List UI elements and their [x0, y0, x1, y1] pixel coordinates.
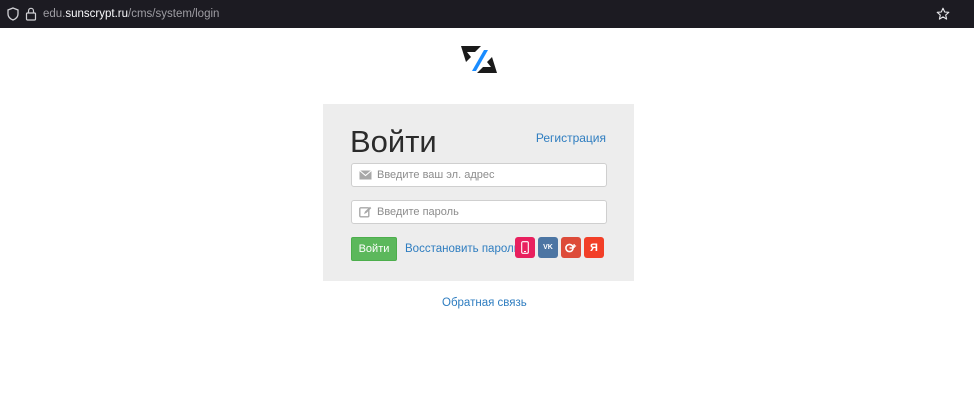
envelope-icon: [359, 170, 372, 180]
email-field[interactable]: [351, 163, 607, 187]
feedback-link[interactable]: Обратная связь: [442, 297, 527, 309]
password-field[interactable]: [351, 200, 607, 224]
yandex-login-button[interactable]: Я: [584, 237, 604, 258]
login-button[interactable]: Войти: [351, 237, 397, 261]
url-prefix: edu.: [43, 8, 66, 20]
bookmark-star-icon[interactable]: [936, 7, 950, 21]
url-domain: sunscrypt.ru: [65, 8, 129, 20]
page-title: Войти: [350, 124, 437, 159]
phone-icon: [521, 241, 529, 254]
email-input[interactable]: [377, 166, 601, 184]
logo-top-shape: [461, 46, 481, 62]
password-input[interactable]: [377, 203, 601, 221]
url-text[interactable]: edu.sunscrypt.ru/cms/system/login: [43, 7, 219, 21]
lock-icon[interactable]: [25, 7, 37, 21]
url-path: /cms/system/login: [128, 8, 220, 20]
yandex-icon: Я: [590, 241, 598, 254]
site-logo: [461, 46, 497, 73]
google-plus-login-button[interactable]: [561, 237, 581, 258]
vk-icon: VK: [543, 244, 553, 251]
phone-login-button[interactable]: [515, 237, 535, 258]
login-card: Войти Регистрация Войти Восстановить пар…: [323, 104, 634, 281]
edit-icon: [359, 206, 372, 218]
shield-icon[interactable]: [6, 7, 20, 21]
google-plus-icon: [565, 243, 577, 252]
restore-password-link[interactable]: Восстановить пароль: [405, 243, 520, 255]
browser-url-bar[interactable]: edu.sunscrypt.ru/cms/system/login: [0, 0, 974, 28]
vk-login-button[interactable]: VK: [538, 237, 558, 258]
register-link[interactable]: Регистрация: [536, 131, 606, 145]
